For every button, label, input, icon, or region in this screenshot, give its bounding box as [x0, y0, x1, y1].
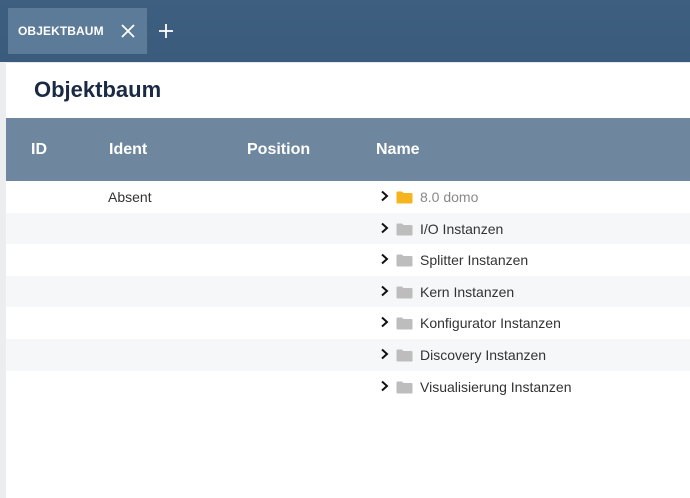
row-name[interactable]: Visualisierung Instanzen	[420, 379, 572, 395]
table-row[interactable]: Absent 8.0 domo	[6, 181, 690, 213]
table-header: ID Ident Position Name	[6, 118, 690, 181]
tab-label: OBJEKTBAUM	[18, 24, 104, 38]
close-icon[interactable]	[119, 22, 137, 40]
folder-icon	[396, 317, 413, 330]
tab-bar: OBJEKTBAUM	[0, 0, 690, 62]
cell-ident: Absent	[108, 189, 152, 205]
row-name[interactable]: I/O Instanzen	[420, 221, 503, 237]
table-row[interactable]: Visualisierung Instanzen	[6, 371, 690, 403]
table-row[interactable]: Splitter Instanzen	[6, 244, 690, 276]
chevron-right-icon[interactable]	[379, 348, 391, 360]
chevron-right-icon[interactable]	[379, 380, 391, 392]
column-header-id[interactable]: ID	[31, 141, 47, 159]
chevron-right-icon[interactable]	[379, 253, 391, 265]
folder-icon	[396, 254, 413, 267]
folder-icon	[396, 191, 413, 204]
table-row[interactable]: Discovery Instanzen	[6, 338, 690, 371]
row-name[interactable]: Splitter Instanzen	[420, 252, 528, 268]
folder-icon	[396, 381, 413, 394]
chevron-right-icon[interactable]	[379, 285, 391, 297]
table-row[interactable]: I/O Instanzen	[6, 212, 690, 245]
tab-objektbaum[interactable]: OBJEKTBAUM	[8, 8, 147, 54]
folder-icon	[396, 223, 413, 236]
plus-icon[interactable]	[157, 22, 175, 40]
table-row[interactable]: Kern Instanzen	[6, 275, 690, 308]
chevron-right-icon[interactable]	[379, 222, 391, 234]
row-name[interactable]: Discovery Instanzen	[420, 347, 546, 363]
chevron-right-icon[interactable]	[379, 190, 391, 202]
row-name[interactable]: Kern Instanzen	[420, 284, 514, 300]
row-name[interactable]: 8.0 domo	[420, 189, 478, 205]
object-tree-rows: Absent 8.0 domo I/O Instanzen Splitter Inst…	[6, 181, 690, 402]
page-title: Objektbaum	[34, 77, 162, 102]
column-header-position[interactable]: Position	[247, 141, 310, 159]
folder-icon	[396, 349, 413, 362]
row-name[interactable]: Konfigurator Instanzen	[420, 315, 561, 331]
table-row[interactable]: Konfigurator Instanzen	[6, 307, 690, 339]
column-header-ident[interactable]: Ident	[109, 141, 147, 159]
title-area: Objektbaum	[6, 62, 690, 118]
chevron-right-icon[interactable]	[379, 316, 391, 328]
column-header-name[interactable]: Name	[376, 141, 420, 159]
folder-icon	[396, 286, 413, 299]
